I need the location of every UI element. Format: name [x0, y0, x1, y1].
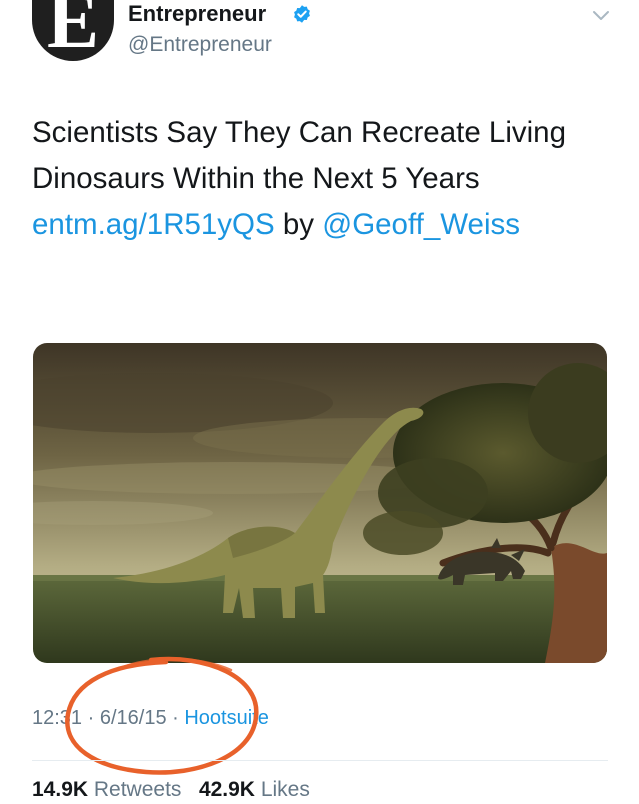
avatar-letter: E [46, 0, 100, 61]
tweet-text-by: by [274, 208, 323, 241]
divider [32, 760, 608, 761]
dinosaur-scene-image [33, 343, 607, 663]
likes-count[interactable]: 42.9K [199, 778, 255, 801]
tweet-text-body: Scientists Say They Can Recreate Living … [32, 116, 566, 195]
tweet-card: E Entrepreneur @Entrepreneur Scientists … [0, 0, 639, 801]
avatar[interactable]: E [32, 0, 114, 61]
retweets-label[interactable]: Retweets [88, 778, 182, 801]
tweet-source[interactable]: Hootsuite [184, 707, 269, 729]
display-name[interactable]: Entrepreneur [128, 0, 266, 28]
tweet-date[interactable]: 6/16/15 [100, 707, 167, 729]
tweet-link[interactable]: entm.ag/1R51yQS [32, 208, 275, 241]
user-handle[interactable]: @Entrepreneur [128, 32, 272, 58]
tweet-time[interactable]: 12:31 [32, 707, 82, 729]
meta-separator: · [166, 707, 185, 729]
meta-separator: · [82, 707, 100, 729]
verified-badge-icon [294, 5, 310, 23]
chevron-down-icon[interactable] [592, 10, 610, 22]
author-mention[interactable]: @Geoff_Weiss [322, 208, 520, 241]
tweet-text: Scientists Say They Can Recreate Living … [32, 110, 592, 248]
retweets-count[interactable]: 14.9K [32, 778, 88, 801]
tweet-meta: 12:31 · 6/16/15 · Hootsuite [32, 705, 269, 731]
likes-label[interactable]: Likes [255, 778, 310, 801]
tweet-image[interactable] [33, 343, 607, 663]
